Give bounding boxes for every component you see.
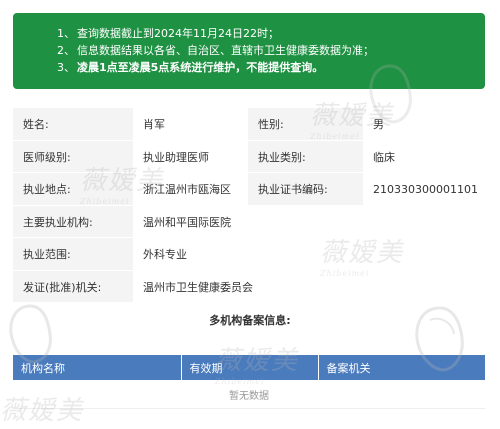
org-value: 温州和平国际医院: [133, 205, 485, 238]
notice-item-number: 1、: [57, 27, 75, 40]
category-value: 临床: [363, 140, 485, 173]
table-row: 暂无数据: [13, 380, 485, 409]
notice-item-3: 3、 凌晨1点至凌晨5点系统进行维护，不能提供查询。: [57, 59, 485, 76]
notice-box: 1、 查询数据截止到2024年11月24日22时； 2、 信息数据结果以各省、自…: [13, 13, 485, 89]
notice-item-number: 2、: [57, 44, 75, 57]
notice-item-text: 查询数据截止到2024年11月24日22时；: [77, 27, 279, 40]
table-row: 医师级别: 执业助理医师 执业类别: 临床: [13, 140, 485, 173]
cert-value: 210330300001101: [363, 172, 485, 206]
notice-item-text: 信息数据结果以各省、自治区、直辖市卫生健康委数据为准；: [77, 44, 374, 57]
scope-value: 外科专业: [133, 237, 485, 271]
column-header-org-name: 机构名称: [13, 355, 182, 380]
name-value: 肖军: [133, 107, 248, 141]
notice-item-number: 3、: [57, 61, 75, 74]
level-value: 执业助理医师: [133, 140, 248, 173]
doctor-info-table: 姓名: 肖军 性别: 男 医师级别: 执业助理医师 执业类别: 临床 执业地点:…: [13, 107, 485, 302]
notice-item-2: 2、 信息数据结果以各省、自治区、直辖市卫生健康委数据为准；: [57, 42, 485, 59]
notice-item-text: 凌晨1点至凌晨5点系统进行维护，不能提供查询。: [77, 61, 324, 74]
name-label: 姓名:: [13, 107, 133, 141]
category-label: 执业类别:: [248, 140, 363, 173]
table-row: 主要执业机构: 温州和平国际医院: [13, 205, 485, 238]
empty-state-text: 暂无数据: [13, 380, 485, 409]
table-header-row: 机构名称 有效期 备案机关: [13, 355, 485, 380]
gender-value: 男: [363, 107, 485, 141]
table-row: 执业地点: 浙江温州市瓯海区 执业证书编码: 210330300001101: [13, 172, 485, 206]
location-label: 执业地点:: [13, 172, 133, 206]
notice-item-1: 1、 查询数据截止到2024年11月24日22时；: [57, 25, 485, 42]
issuer-label: 发证(批准)机关:: [13, 270, 133, 302]
level-label: 医师级别:: [13, 140, 133, 173]
column-header-filing-authority: 备案机关: [318, 355, 485, 380]
multi-org-table: 机构名称 有效期 备案机关 暂无数据: [13, 355, 485, 409]
scope-label: 执业范围:: [13, 237, 133, 271]
cert-label: 执业证书编码:: [248, 172, 363, 206]
table-row: 执业范围: 外科专业: [13, 237, 485, 271]
table-row: 发证(批准)机关: 温州市卫生健康委员会: [13, 270, 485, 302]
org-label: 主要执业机构:: [13, 205, 133, 238]
table-row: 姓名: 肖军 性别: 男: [13, 107, 485, 141]
gender-label: 性别:: [248, 107, 363, 141]
multi-org-title: 多机构备案信息:: [209, 314, 291, 327]
issuer-value: 温州市卫生健康委员会: [133, 270, 485, 302]
location-value: 浙江温州市瓯海区: [133, 172, 248, 206]
column-header-validity: 有效期: [181, 355, 319, 380]
